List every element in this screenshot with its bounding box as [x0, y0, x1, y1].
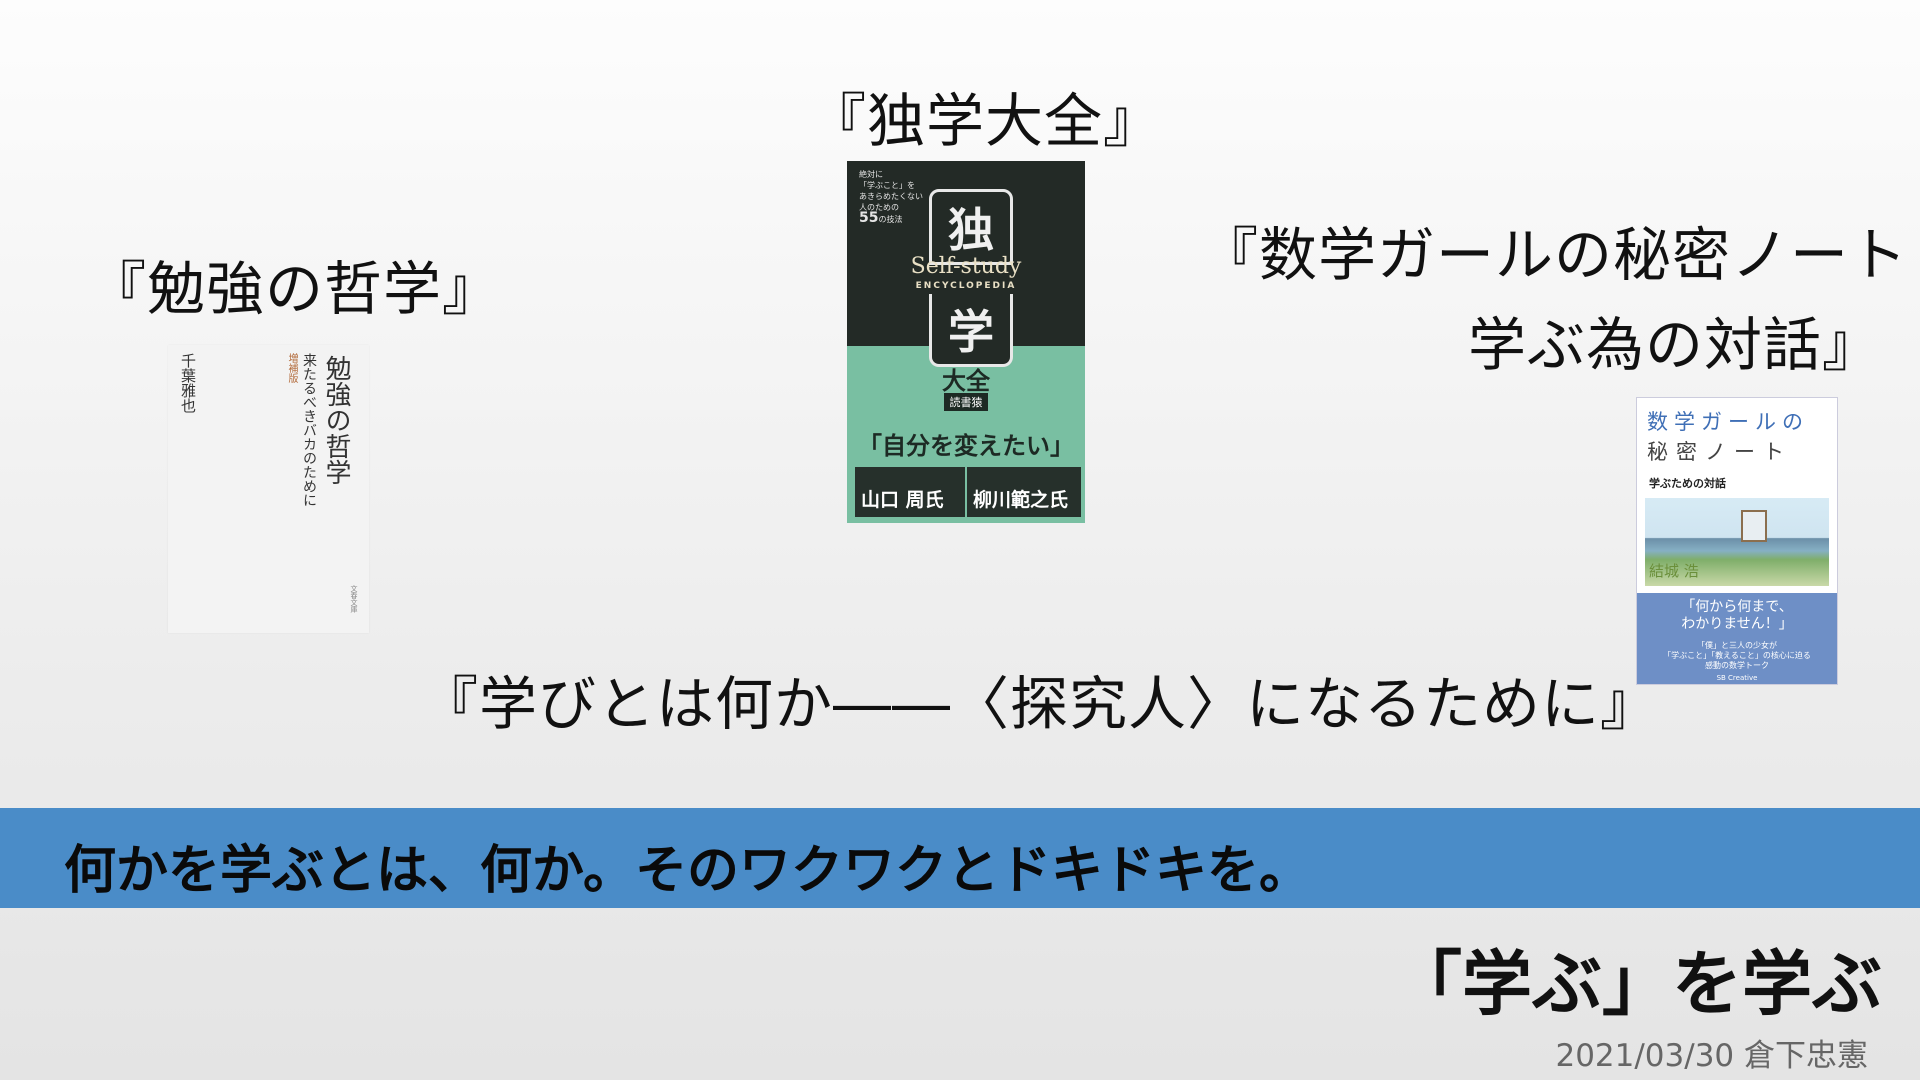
cover-title-line2: 秘密ノート — [1647, 440, 1792, 464]
cover-en-subtitle: ENCYCLOPEDIA — [915, 281, 1017, 291]
cover-quote-line1: 「何から何まで、 — [1681, 599, 1793, 615]
slide-main-title: 「学ぶ」を学ぶ — [1392, 942, 1882, 1025]
book-title-sugaku-line2: 学ぶ為の対話』 — [1468, 311, 1882, 379]
cover-blurb-right: 柳川範之氏 — [967, 467, 1081, 517]
book-cover-dokugaku: 絶対に 「学ぶこと」を あきらめたくない 人のための 55の技法 独 Self-… — [847, 161, 1085, 523]
cover-subtitle: 学ぶための対話 — [1649, 477, 1726, 490]
book-title-benkyo: 『勉強の哲学』 — [88, 255, 502, 323]
cover-desc-line2: 「学ぶこと」「教えること」の核心に迫る — [1663, 651, 1811, 660]
cover-blurb-left: 山口 周氏 — [855, 467, 965, 517]
cover-publisher: SB Creative — [1716, 674, 1758, 682]
cover-kanji-bottom: 学 — [929, 294, 1013, 367]
cover-taizen: 大全 — [942, 366, 990, 395]
cover-title-line1: 数学ガールの — [1647, 410, 1809, 434]
cover-quote-line2: わかりません！」 — [1681, 616, 1793, 632]
cover-edition: 増補版 — [286, 353, 297, 383]
tagline-text: 何かを学ぶとは、何か。そのワクワクとドキドキを。 — [64, 841, 1311, 901]
cover-slogan: 「自分を変えたい」 — [858, 432, 1074, 460]
book-title-dokugaku: 『独学大全』 — [808, 87, 1163, 155]
tagline-banner: 何かを学ぶとは、何か。そのワクワクとドキドキを。 — [0, 808, 1920, 908]
book-cover-benkyo: 勉強の哲学 来たるべきバカのために 増補版 千葉雅也 文春文庫 — [168, 345, 369, 633]
cover-author: 結城 浩 — [1649, 562, 1699, 580]
book-cover-sugaku: 数学ガールの 秘密ノート 学ぶための対話 結城 浩 「何から何まで、 わかりませ… — [1636, 397, 1838, 685]
book-title-sugaku-line1: 『数学ガールの秘密ノート — [1200, 221, 1909, 289]
cover-title: 勉強の哲学 — [321, 355, 351, 485]
date-author-footer: 2021/03/30 倉下忠憲 — [1555, 1038, 1868, 1074]
cover-en-title: Self-study — [910, 254, 1022, 279]
cover-desc-line1: 「僕」と三人の少女が — [1697, 641, 1777, 650]
cover-blurb-band: 「何から何まで、 わかりません！」 「僕」と三人の少女が 「学ぶこと」「教えるこ… — [1637, 593, 1837, 684]
cover-easel-illustration — [1741, 510, 1767, 542]
book-title-manabi: 『学びとは何か――〈探究人〉になるために』 — [420, 670, 1660, 738]
cover-desc-line3: 感動の数学トーク — [1705, 661, 1769, 670]
cover-author: 千葉雅也 — [179, 353, 197, 413]
cover-author: 読書猿 — [944, 393, 988, 411]
cover-tagline: 絶対に 「学ぶこと」を あきらめたくない 人のための 55の技法 — [859, 170, 923, 226]
cover-publisher: 文春文庫 — [350, 585, 358, 613]
cover-subtitle: 来たるべきバカのために — [301, 353, 317, 507]
